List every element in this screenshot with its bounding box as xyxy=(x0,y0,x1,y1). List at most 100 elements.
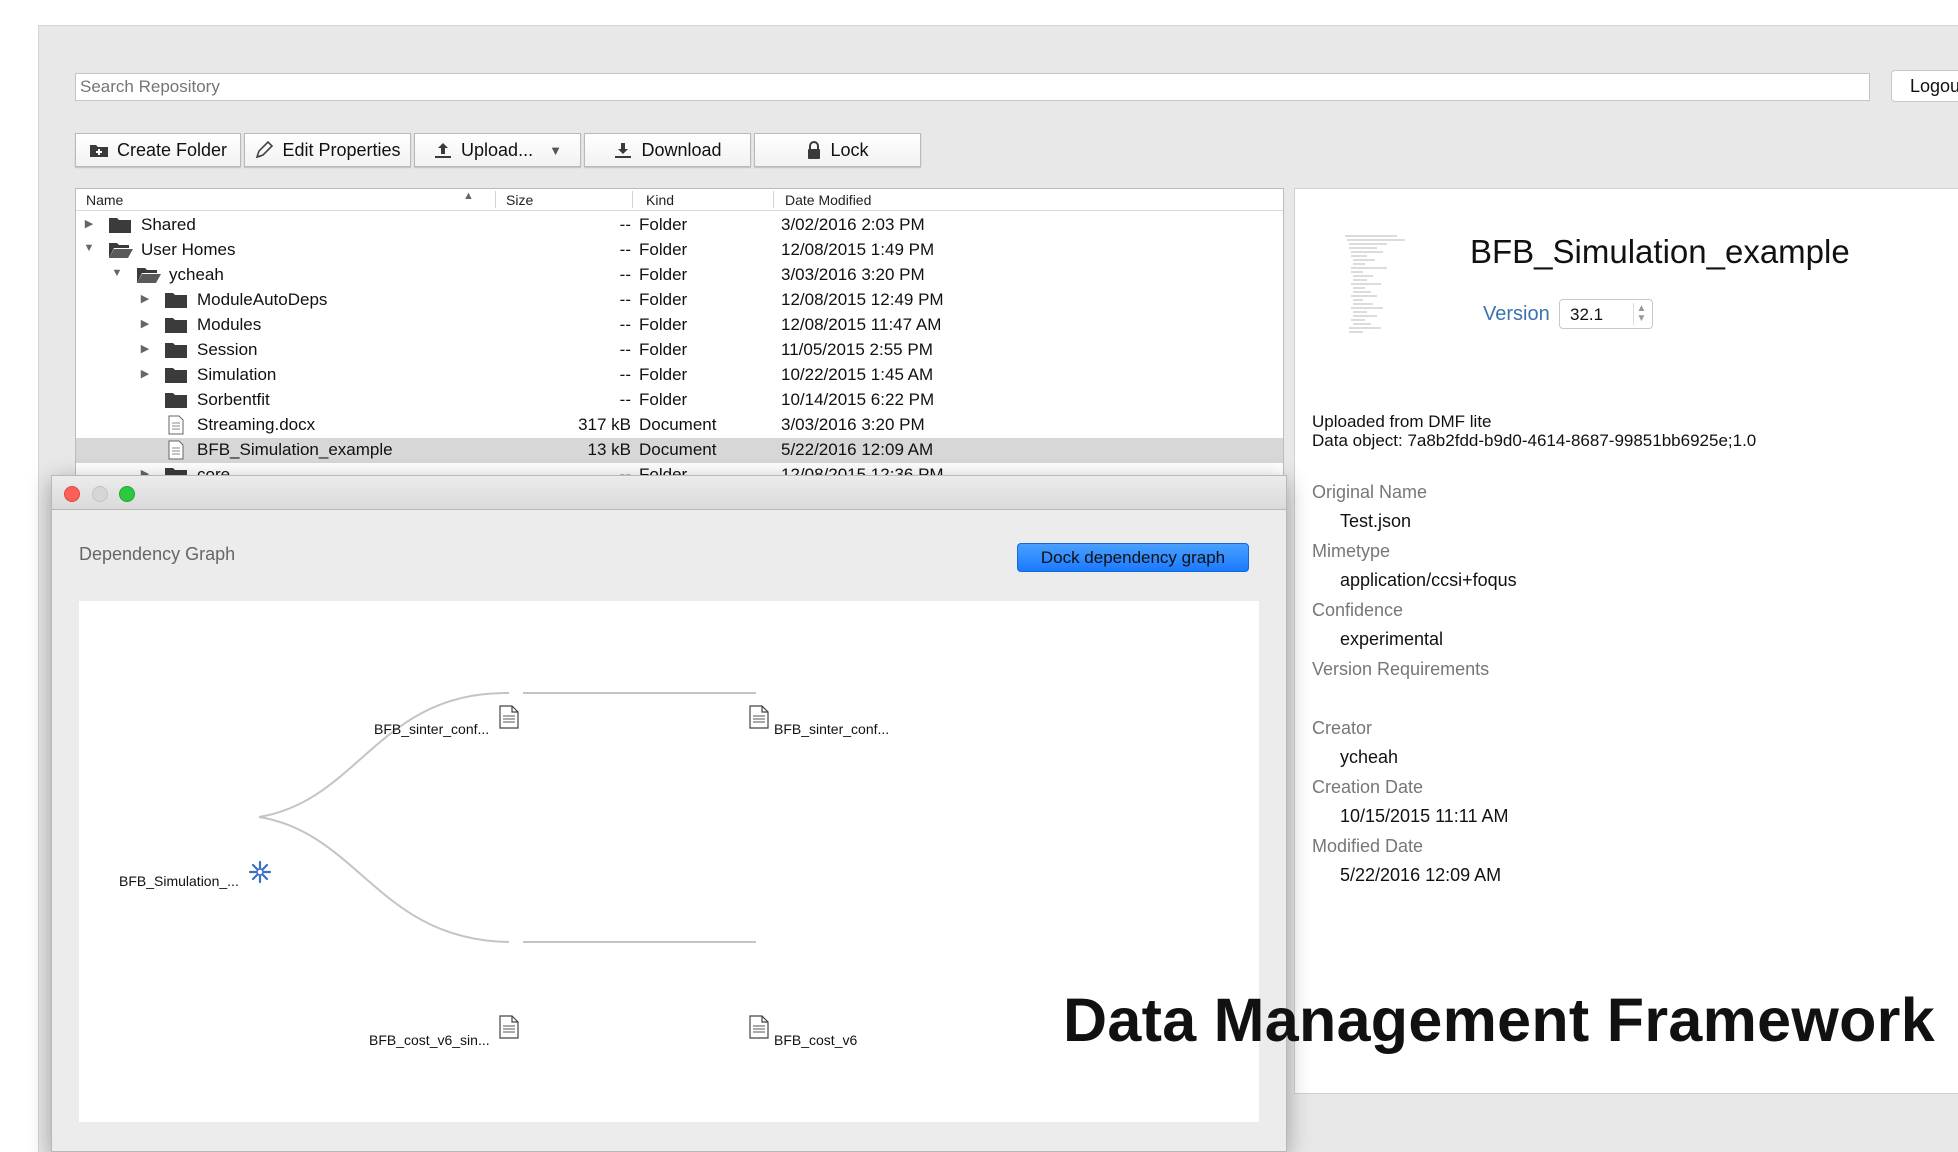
table-row[interactable]: Sorbentfit -- Folder 10/14/2015 6:22 PM xyxy=(76,388,1283,413)
document-icon xyxy=(168,440,184,465)
disclosure-collapsed-icon[interactable]: ▶ xyxy=(139,342,151,355)
new-folder-icon xyxy=(89,142,109,158)
dock-dependency-graph-button[interactable]: Dock dependency graph xyxy=(1017,543,1249,572)
table-row[interactable]: ▼ ycheah -- Folder 3/03/2016 3:20 PM xyxy=(76,263,1283,288)
file-name: Modules xyxy=(197,315,262,334)
property-label: Confidence xyxy=(1312,600,1404,620)
property-value: 10/15/2015 11:11 AM xyxy=(1340,806,1509,826)
folder-open-icon xyxy=(109,241,133,263)
folder-icon xyxy=(165,291,187,313)
file-name: ModuleAutoDeps xyxy=(197,290,328,309)
table-row[interactable]: ▶ Session -- Folder 11/05/2015 2:55 PM xyxy=(76,338,1283,363)
stepper-arrows-icon[interactable]: ▲ ▼ xyxy=(1633,303,1649,325)
version-label: Version xyxy=(1483,303,1550,325)
disclosure-collapsed-icon[interactable]: ▶ xyxy=(139,292,151,305)
table-row[interactable]: ▶ Modules -- Folder 12/08/2015 11:47 AM xyxy=(76,313,1283,338)
file-name: BFB_Simulation_example xyxy=(197,440,393,459)
search-input[interactable] xyxy=(75,73,1870,101)
graph-node-label[interactable]: BFB_cost_v6_sin... xyxy=(369,1032,490,1048)
file-name: Simulation xyxy=(197,365,277,384)
file-kind: Folder xyxy=(639,315,688,334)
root-node-icon[interactable] xyxy=(248,860,272,889)
graph-node-label[interactable]: BFB_sinter_conf... xyxy=(774,721,889,737)
table-row[interactable]: ▶ ModuleAutoDeps -- Folder 12/08/2015 12… xyxy=(76,288,1283,313)
file-browser[interactable]: Name ▲ Size Kind Date Modified ▶ Shared … xyxy=(75,188,1284,488)
download-label: Download xyxy=(641,139,722,160)
property-label: Creation Date xyxy=(1312,777,1424,797)
graph-node-label[interactable]: BFB_Simulation_... xyxy=(119,873,239,889)
document-node-icon[interactable] xyxy=(499,705,519,734)
file-kind: Document xyxy=(639,440,717,459)
sort-ascending-icon[interactable]: ▲ xyxy=(463,190,474,202)
version-value: 32.1 xyxy=(1570,305,1604,324)
column-divider[interactable] xyxy=(632,191,633,208)
download-button[interactable]: Download xyxy=(584,133,751,167)
property-label: Mimetype xyxy=(1312,541,1391,561)
uploaded-from-text: Uploaded from DMF lite xyxy=(1312,412,1492,431)
disclosure-collapsed-icon[interactable]: ▶ xyxy=(139,317,151,330)
table-row-selected[interactable]: BFB_Simulation_example 13 kB Document 5/… xyxy=(76,438,1283,463)
file-name: ycheah xyxy=(169,265,224,284)
edit-properties-button[interactable]: Edit Properties xyxy=(244,133,411,167)
file-size: 13 kB xyxy=(587,440,631,459)
table-row[interactable]: Streaming.docx 317 kB Document 3/03/2016… xyxy=(76,413,1283,438)
file-date-modified: 3/02/2016 2:03 PM xyxy=(781,215,925,234)
disclosure-expanded-icon[interactable]: ▼ xyxy=(111,267,123,279)
column-header-date-modified[interactable]: Date Modified xyxy=(785,192,871,208)
upload-label: Upload... xyxy=(461,139,534,160)
close-window-icon[interactable] xyxy=(64,486,80,502)
document-node-icon[interactable] xyxy=(499,1015,519,1044)
property-label: Original Name xyxy=(1312,482,1428,502)
property-value: Test.json xyxy=(1340,511,1412,531)
file-date-modified: 10/14/2015 6:22 PM xyxy=(781,390,935,409)
column-header-name[interactable]: Name xyxy=(86,192,123,208)
file-size: -- xyxy=(619,340,631,359)
column-header-kind[interactable]: Kind xyxy=(646,192,674,208)
file-kind: Folder xyxy=(639,390,688,409)
create-folder-label: Create Folder xyxy=(116,139,228,160)
file-date-modified: 3/03/2016 3:20 PM xyxy=(781,265,925,284)
property-label: Creator xyxy=(1312,718,1373,738)
column-header-size[interactable]: Size xyxy=(506,192,533,208)
property-label: Version Requirements xyxy=(1312,659,1490,679)
logout-button[interactable]: Logout xyxy=(1891,70,1958,102)
property-value: 5/22/2016 12:09 AM xyxy=(1340,865,1502,885)
zoom-window-icon[interactable] xyxy=(119,486,135,502)
download-icon xyxy=(613,141,633,159)
create-folder-button[interactable]: Create Folder xyxy=(75,133,241,167)
edit-properties-label: Edit Properties xyxy=(282,139,401,160)
column-headers: Name ▲ Size Kind Date Modified xyxy=(76,189,1283,211)
file-date-modified: 5/22/2016 12:09 AM xyxy=(781,440,934,459)
column-divider[interactable] xyxy=(773,191,774,208)
graph-node-label[interactable]: BFB_sinter_conf... xyxy=(374,721,489,737)
file-size: -- xyxy=(619,365,631,384)
file-date-modified: 12/08/2015 1:49 PM xyxy=(781,240,935,259)
file-name: Streaming.docx xyxy=(197,415,316,434)
upload-button[interactable]: Upload... ▼ xyxy=(414,133,581,167)
slide-caption: Data Management Framework xyxy=(1063,986,1935,1054)
file-date-modified: 10/22/2015 1:45 AM xyxy=(781,365,934,384)
file-kind: Document xyxy=(639,415,717,434)
version-select[interactable]: 32.1 ▲ ▼ xyxy=(1559,299,1653,329)
graph-node-label[interactable]: BFB_cost_v6 xyxy=(774,1032,857,1048)
table-row[interactable]: ▶ Simulation -- Folder 10/22/2015 1:45 A… xyxy=(76,363,1283,388)
disclosure-expanded-icon[interactable]: ▼ xyxy=(83,242,95,254)
folder-icon xyxy=(165,316,187,338)
file-size: -- xyxy=(619,265,631,284)
file-size: -- xyxy=(619,215,631,234)
folder-icon xyxy=(109,216,131,238)
minimize-window-icon[interactable] xyxy=(92,486,108,502)
window-titlebar[interactable] xyxy=(52,476,1286,510)
document-node-icon[interactable] xyxy=(749,705,769,734)
folder-open-icon xyxy=(137,266,161,288)
disclosure-collapsed-icon[interactable]: ▶ xyxy=(139,367,151,380)
lock-button[interactable]: Lock xyxy=(754,133,921,167)
chevron-down-icon[interactable]: ▼ xyxy=(549,143,562,158)
table-row[interactable]: ▶ Shared -- Folder 3/02/2016 2:03 PM xyxy=(76,213,1283,238)
graph-edge xyxy=(258,816,510,943)
document-node-icon[interactable] xyxy=(749,1015,769,1044)
table-row[interactable]: ▼ User Homes -- Folder 12/08/2015 1:49 P… xyxy=(76,238,1283,263)
column-divider[interactable] xyxy=(495,191,496,208)
data-object-text: Data object: 7a8b2fdd-b9d0-4614-8687-998… xyxy=(1312,431,1757,450)
disclosure-collapsed-icon[interactable]: ▶ xyxy=(83,217,95,230)
